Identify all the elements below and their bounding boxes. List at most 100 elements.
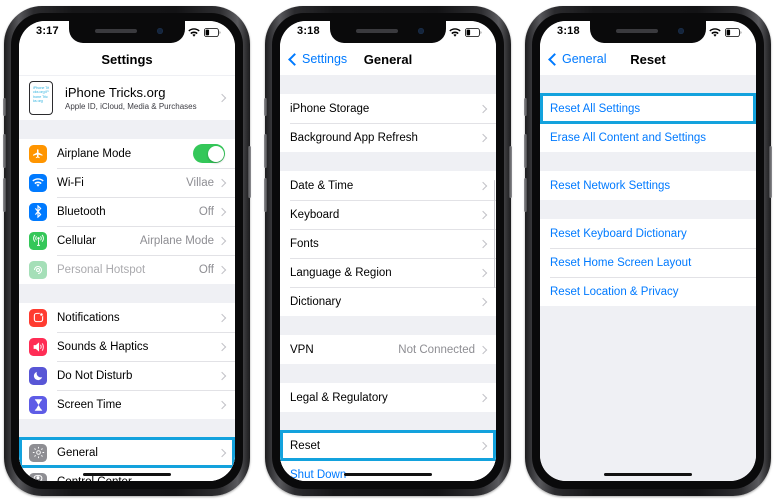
chevron-right-icon xyxy=(217,313,227,322)
front-camera-icon xyxy=(418,28,424,34)
row-label: Background App Refresh xyxy=(290,131,418,144)
list-item-erase-all-content[interactable]: Erase All Content and Settings xyxy=(540,123,756,152)
sidebar-item-bluetooth[interactable]: Bluetooth Off xyxy=(19,197,235,226)
sidebar-item-wifi[interactable]: Wi-Fi Villae xyxy=(19,168,235,197)
row-label: iPhone Storage xyxy=(290,102,370,115)
volume-up-button[interactable] xyxy=(3,134,6,168)
volume-up-button[interactable] xyxy=(524,134,527,168)
hourglass-app-icon xyxy=(29,395,47,414)
sounds-app-icon xyxy=(29,337,47,356)
home-indicator[interactable] xyxy=(344,472,432,476)
earpiece-speaker xyxy=(95,29,137,33)
list-item-background-app-refresh[interactable]: Background App Refresh xyxy=(280,123,496,152)
notifications-group: Notifications Sounds & Haptics Do Not Di… xyxy=(19,303,235,419)
battery-icon xyxy=(204,28,221,37)
list-item-legal-regulatory[interactable]: Legal & Regulatory xyxy=(280,383,496,412)
row-label: Screen Time xyxy=(57,398,122,411)
battery-icon xyxy=(465,28,482,37)
sidebar-item-airplane-mode[interactable]: Airplane Mode xyxy=(19,139,235,168)
home-indicator[interactable] xyxy=(83,472,171,476)
apple-id-cell[interactable]: iPhone Tricks org iPhone Tricks org iPho… xyxy=(19,76,235,120)
row-label: Do Not Disturb xyxy=(57,369,133,382)
volume-down-button[interactable] xyxy=(264,178,267,212)
chevron-right-icon xyxy=(217,178,227,187)
sidebar-item-cellular[interactable]: Cellular Airplane Mode xyxy=(19,226,235,255)
chevron-right-icon xyxy=(478,104,488,113)
silent-switch[interactable] xyxy=(264,98,267,116)
list-item-reset-network-settings[interactable]: Reset Network Settings xyxy=(540,171,756,200)
home-indicator[interactable] xyxy=(604,472,692,476)
list-item-fonts[interactable]: Fonts xyxy=(280,229,496,258)
row-label: VPN xyxy=(290,343,314,356)
hotspot-app-icon xyxy=(29,260,47,279)
sidebar-item-notifications[interactable]: Notifications xyxy=(19,303,235,332)
list-item-reset-location-privacy[interactable]: Reset Location & Privacy xyxy=(540,277,756,306)
volume-down-button[interactable] xyxy=(3,178,6,212)
chevron-right-icon xyxy=(217,236,227,245)
volume-down-button[interactable] xyxy=(524,178,527,212)
chevron-right-icon xyxy=(478,181,488,190)
chevron-right-icon xyxy=(217,207,227,216)
row-label: Control Center xyxy=(57,476,219,482)
power-button[interactable] xyxy=(769,146,772,198)
row-label: Fonts xyxy=(290,237,319,250)
list-item-keyboard[interactable]: Keyboard xyxy=(280,200,496,229)
connectivity-group: Airplane Mode Wi-Fi Villae Bluetooth Off… xyxy=(19,139,235,284)
list-item-reset-home-screen-layout[interactable]: Reset Home Screen Layout xyxy=(540,248,756,277)
airplane-mode-toggle[interactable] xyxy=(193,144,225,163)
settings-list[interactable]: iPhone Tricks org iPhone Tricks org iPho… xyxy=(19,75,235,481)
page-title: General xyxy=(363,52,413,67)
list-item-reset-all-settings[interactable]: Reset All Settings xyxy=(540,94,756,123)
phone-bezel: 3:17 Settings iPhone Tricks org iPhone T… xyxy=(11,13,243,489)
sidebar-item-sounds-haptics[interactable]: Sounds & Haptics xyxy=(19,332,235,361)
scrollbar[interactable] xyxy=(493,180,495,288)
list-item-language-region[interactable]: Language & Region xyxy=(280,258,496,287)
control-center-app-icon xyxy=(29,472,47,481)
list-item-iphone-storage[interactable]: iPhone Storage xyxy=(280,94,496,123)
legal-group: Legal & Regulatory xyxy=(280,383,496,412)
list-item-shut-down[interactable]: Shut Down xyxy=(280,460,496,481)
chevron-right-icon xyxy=(478,210,488,219)
list-item-vpn[interactable]: VPN Not Connected xyxy=(280,335,496,364)
chevron-right-icon xyxy=(217,371,227,380)
bluetooth-app-icon xyxy=(29,202,47,221)
phone-screen: 3:17 Settings iPhone Tricks org iPhone T… xyxy=(19,21,235,481)
row-label: Cellular xyxy=(57,234,96,247)
reset-list[interactable]: Reset All Settings Erase All Content and… xyxy=(540,75,756,481)
chevron-right-icon xyxy=(217,93,227,103)
status-time: 3:18 xyxy=(557,25,580,37)
chevron-right-icon xyxy=(478,239,488,248)
sidebar-item-screen-time[interactable]: Screen Time xyxy=(19,390,235,419)
general-list[interactable]: iPhone Storage Background App Refresh Da… xyxy=(280,75,496,481)
row-value: Villae xyxy=(186,176,214,189)
sidebar-item-do-not-disturb[interactable]: Do Not Disturb xyxy=(19,361,235,390)
airplane-app-icon xyxy=(29,144,47,163)
chevron-right-icon xyxy=(217,448,227,457)
phone-settings-main: 3:17 Settings iPhone Tricks org iPhone T… xyxy=(3,6,251,496)
volume-up-button[interactable] xyxy=(264,134,267,168)
chevron-right-icon xyxy=(217,400,227,409)
row-value: Off xyxy=(198,263,214,276)
list-item-reset[interactable]: Reset xyxy=(280,431,496,460)
chevron-right-icon xyxy=(478,441,488,450)
row-label: Wi-Fi xyxy=(57,176,84,189)
sidebar-item-personal-hotspot[interactable]: Personal Hotspot Off xyxy=(19,255,235,284)
earpiece-speaker xyxy=(616,29,658,33)
row-label: Erase All Content and Settings xyxy=(550,131,706,144)
screenshot-stage: 3:17 Settings iPhone Tricks org iPhone T… xyxy=(0,0,782,500)
row-label: Language & Region xyxy=(290,266,392,279)
list-item-reset-keyboard-dictionary[interactable]: Reset Keyboard Dictionary xyxy=(540,219,756,248)
power-button[interactable] xyxy=(509,146,512,198)
front-camera-icon xyxy=(678,28,684,34)
storage-group: iPhone Storage Background App Refresh xyxy=(280,94,496,152)
reset-network-group: Reset Network Settings xyxy=(540,171,756,200)
power-button[interactable] xyxy=(248,146,251,198)
chevron-right-icon xyxy=(478,297,488,306)
sidebar-item-general[interactable]: General xyxy=(19,438,235,467)
earpiece-speaker xyxy=(356,29,398,33)
silent-switch[interactable] xyxy=(3,98,6,116)
silent-switch[interactable] xyxy=(524,98,527,116)
list-item-date-time[interactable]: Date & Time xyxy=(280,171,496,200)
reset-primary-group: Reset All Settings Erase All Content and… xyxy=(540,93,756,152)
list-item-dictionary[interactable]: Dictionary xyxy=(280,287,496,316)
